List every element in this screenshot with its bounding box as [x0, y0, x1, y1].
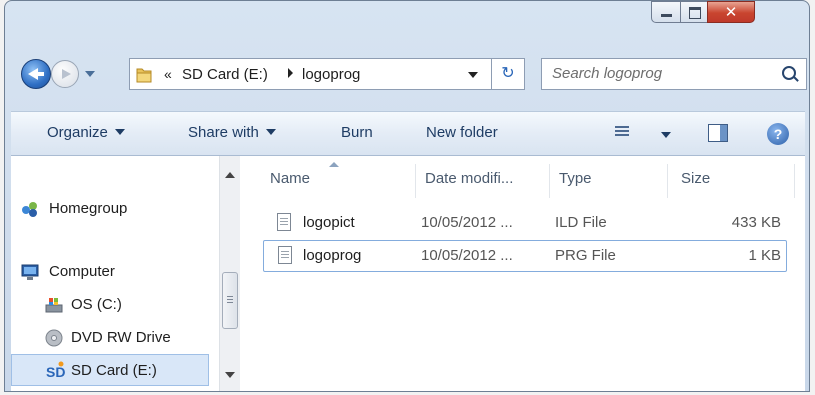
breadcrumb-sd-card[interactable]: SD Card (E:): [182, 66, 268, 83]
sd-card-icon: SD: [46, 361, 65, 380]
preview-pane-icon[interactable]: [708, 124, 728, 142]
nav-item-computer[interactable]: Computer: [49, 263, 115, 280]
file-row[interactable]: logopict 10/05/2012 ... ILD File 433 KB: [263, 208, 787, 240]
back-icon[interactable]: [21, 59, 51, 89]
close-button[interactable]: ✕: [707, 1, 755, 23]
folder-icon: [136, 68, 152, 83]
forward-icon[interactable]: [51, 60, 79, 88]
file-size: 433 KB: [731, 214, 781, 231]
column-divider[interactable]: [794, 164, 795, 198]
command-bar: Organize Share with Burn New folder ?: [11, 111, 805, 156]
address-bar[interactable]: « SD Card (E:) logoprog: [129, 58, 519, 90]
maximize-button[interactable]: [680, 1, 708, 23]
refresh-icon[interactable]: ↻: [491, 58, 525, 90]
column-divider[interactable]: [549, 164, 550, 198]
chevron-down-icon: [265, 129, 276, 135]
sort-ascending-icon: [329, 162, 339, 167]
explorer-window: ✕ « SD Card (E:) logoprog ↻ Organize Sha…: [4, 0, 810, 392]
content-area: Homegroup Computer OS (C:) DVD RW Drive …: [11, 156, 805, 391]
column-header-name[interactable]: Name: [270, 170, 310, 187]
file-name: logopict: [303, 214, 355, 231]
scroll-down-icon[interactable]: [225, 372, 235, 378]
breadcrumb-separator-icon[interactable]: [288, 68, 293, 78]
address-dropdown-icon[interactable]: [468, 72, 478, 78]
column-divider[interactable]: [667, 164, 668, 198]
file-date: 10/05/2012 ...: [421, 214, 513, 231]
scroll-up-icon[interactable]: [225, 172, 235, 178]
nav-item-dvd-rw[interactable]: DVD RW Drive: [71, 329, 171, 346]
nav-item-os-c[interactable]: OS (C:): [71, 296, 122, 313]
views-dropdown-icon[interactable]: [661, 132, 671, 138]
file-icon: [277, 213, 291, 231]
minimize-button[interactable]: [651, 1, 681, 23]
file-type: ILD File: [555, 214, 607, 231]
homegroup-icon: [22, 202, 37, 217]
recent-pages-dropdown[interactable]: [85, 71, 95, 77]
breadcrumb-overflow-icon[interactable]: «: [164, 66, 172, 82]
column-header-size[interactable]: Size: [681, 170, 710, 187]
chevron-down-icon: [114, 129, 125, 135]
new-folder-button[interactable]: New folder: [426, 124, 498, 141]
views-icon[interactable]: [615, 126, 629, 138]
scroll-thumb[interactable]: [222, 272, 238, 329]
share-with-button[interactable]: Share with: [188, 124, 276, 141]
drive-icon: [45, 298, 63, 313]
organize-button[interactable]: Organize: [47, 124, 125, 141]
navigation-pane: Homegroup Computer OS (C:) DVD RW Drive …: [11, 156, 219, 391]
file-type: PRG File: [555, 247, 616, 264]
close-icon: ✕: [724, 3, 738, 21]
nav-item-homegroup[interactable]: Homegroup: [49, 200, 127, 217]
nav-item-sd-card[interactable]: SD Card (E:): [71, 362, 157, 379]
share-with-label: Share with: [188, 124, 259, 141]
file-date: 10/05/2012 ...: [421, 247, 513, 264]
column-header-date[interactable]: Date modifi...: [425, 170, 513, 187]
column-divider[interactable]: [415, 164, 416, 198]
breadcrumb-logoprog[interactable]: logoprog: [302, 66, 360, 83]
svg-text:SD: SD: [46, 364, 65, 380]
search-box[interactable]: [541, 58, 807, 90]
search-input[interactable]: [552, 65, 772, 82]
help-icon[interactable]: ?: [767, 123, 789, 145]
computer-icon: [21, 264, 39, 280]
file-size: 1 KB: [748, 247, 781, 264]
file-name: logoprog: [303, 247, 362, 264]
burn-button[interactable]: Burn: [341, 124, 373, 141]
nav-scrollbar[interactable]: [219, 156, 240, 391]
search-icon[interactable]: [782, 66, 796, 80]
file-row-selected[interactable]: logoprog 10/05/2012 ... PRG File 1 KB: [263, 240, 787, 272]
column-header-type[interactable]: Type: [559, 170, 592, 187]
file-icon: [278, 246, 292, 264]
dvd-icon: [45, 329, 63, 347]
organize-label: Organize: [47, 124, 108, 141]
